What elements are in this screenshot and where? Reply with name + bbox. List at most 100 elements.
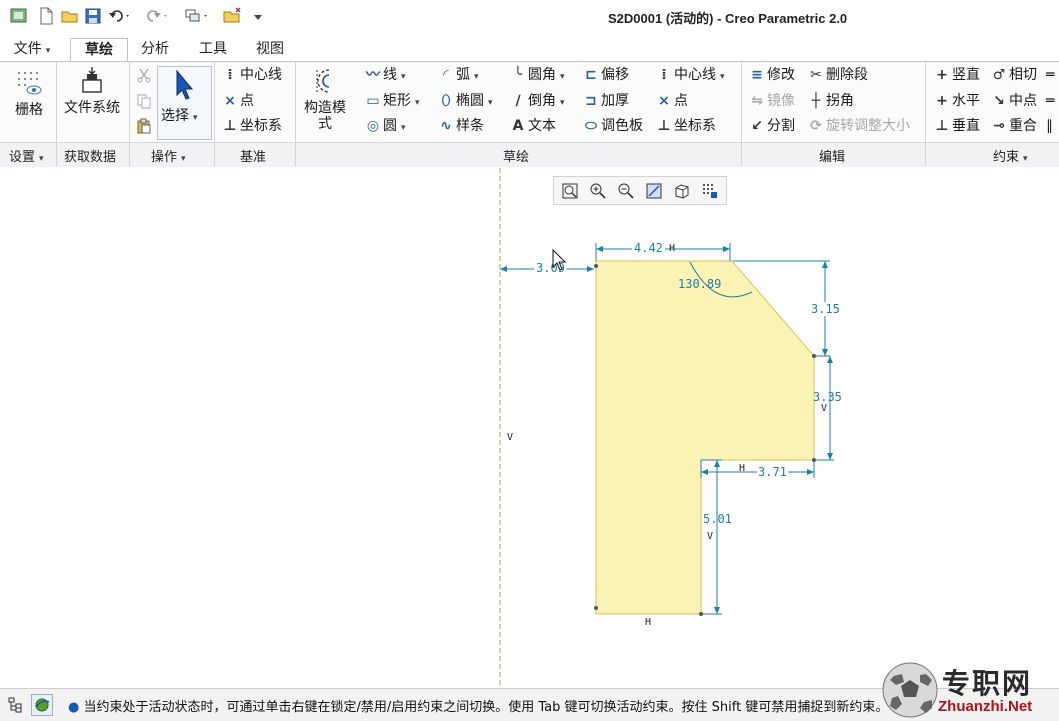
dim-right-height[interactable]: 3.35	[813, 390, 842, 404]
dim-chamfer-height[interactable]: 3.15	[810, 302, 841, 316]
line-tool[interactable]: 〰线 ▾	[365, 64, 406, 86]
fillet-tool[interactable]: ╰ 圆角 ▾	[510, 64, 565, 86]
chevron-down-icon: ▾	[560, 72, 565, 82]
constraint-h-top[interactable]: H	[669, 243, 675, 254]
group-settings[interactable]: 设置 ▾	[9, 146, 44, 165]
rotate-resize-tool[interactable]: ⟳ 旋转调整大小	[808, 115, 910, 137]
rotate-resize-icon: ⟳	[810, 118, 822, 134]
browser-toggle-icon[interactable]	[31, 694, 53, 716]
delete-segment-tool[interactable]: ✂ 删除段	[808, 64, 868, 86]
tab-sketch[interactable]: 草绘	[70, 38, 128, 62]
datum-point[interactable]: × 点	[222, 90, 254, 112]
datum-point-label: 点	[240, 93, 254, 109]
chevron-down-icon: ▾	[401, 72, 406, 82]
group-get-data: 获取数据	[64, 150, 117, 165]
midpoint-constraint[interactable]: ↘ 中点	[991, 90, 1037, 112]
modify-label: 修改	[767, 67, 795, 83]
sketch-centerline-tool[interactable]: ⁞ 中心线 ▾	[656, 64, 724, 86]
constraint-v-reference[interactable]: V	[507, 432, 513, 443]
chevron-down-icon: ▾	[488, 98, 493, 108]
tab-analysis[interactable]: 分析	[131, 38, 179, 61]
constraint-v-lower[interactable]: V	[707, 531, 713, 542]
sketch-point-tool[interactable]: × 点	[656, 90, 688, 112]
chevron-down-icon: ▾	[474, 72, 479, 82]
more-constraint-icon[interactable]: ═	[1046, 64, 1054, 86]
tangent-constraint[interactable]: ♂ 相切	[991, 64, 1037, 86]
dim-angle[interactable]: 130.89	[678, 277, 721, 291]
more-constraint-icon-3[interactable]: ∥	[1046, 115, 1053, 137]
new-file-icon[interactable]	[37, 7, 55, 25]
mirror-tool[interactable]: ⇋ 镜像	[749, 90, 795, 112]
thicken-tool[interactable]: ⊐ 加厚	[583, 90, 629, 112]
datum-csys-label: 坐标系	[240, 118, 282, 134]
arc-tool[interactable]: ◜ 弧 ▾	[438, 64, 479, 86]
circle-tool[interactable]: ◎ 圆 ▾	[365, 115, 406, 137]
perpendicular-label: 垂直	[952, 118, 980, 134]
datum-csys[interactable]: ⊥ 坐标系	[222, 115, 282, 137]
text-icon: A	[512, 118, 524, 134]
constraint-h-step[interactable]: H	[739, 463, 745, 474]
construction-mode-button[interactable]: 构造模式	[300, 66, 350, 132]
offset-label: 偏移	[601, 67, 629, 83]
tab-tools[interactable]: 工具	[189, 38, 237, 61]
constraint-v-right[interactable]: V	[821, 403, 827, 414]
thicken-icon: ⊐	[585, 93, 597, 109]
paste-icon[interactable]	[136, 118, 152, 138]
tab-view-label: 视图	[256, 41, 284, 57]
corner-tool[interactable]: ┼ 拐角	[808, 90, 854, 112]
grid-button[interactable]: 栅格	[6, 68, 52, 118]
ribbon-group-bar: 设置 ▾ 获取数据 操作 ▾ 基准 草绘 编辑 约束 ▾	[0, 142, 1059, 168]
arrow-pointer-icon	[176, 69, 194, 100]
chevron-down-icon: ▾	[45, 46, 51, 56]
palette-tool[interactable]: ⬭ 调色板	[583, 115, 643, 137]
text-tool[interactable]: A 文本	[510, 115, 556, 137]
chevron-down-icon: ▾	[1023, 154, 1028, 164]
open-folder-icon[interactable]	[61, 7, 79, 25]
centerline-icon: ⁞	[227, 67, 233, 83]
select-button[interactable]: 选择 ▾	[157, 66, 212, 140]
more-constraint-icon-2[interactable]: ═	[1046, 90, 1054, 112]
save-icon[interactable]	[84, 7, 102, 25]
model-tree-toggle-icon[interactable]	[7, 696, 25, 718]
status-message: ● 当约束处于活动状态时，可通过单击右键在锁定/禁用/启用约束之间切换。使用 T…	[68, 696, 888, 715]
sketch-section[interactable]	[595, 260, 815, 615]
divide-icon: ↙	[751, 118, 763, 134]
undo-icon[interactable]	[108, 7, 129, 25]
group-operations[interactable]: 操作 ▾	[151, 146, 186, 165]
vertical-constraint[interactable]: + 竖直	[934, 64, 980, 86]
centerline-icon: ⁞	[661, 67, 667, 83]
circle-icon: ◎	[366, 118, 380, 134]
modify-tool[interactable]: ≡ 修改	[749, 64, 795, 86]
redo-icon[interactable]	[146, 7, 167, 25]
chamfer-label: 倒角	[528, 93, 556, 109]
rectangle-icon: ▭	[366, 93, 380, 109]
group-sketch: 草绘	[503, 150, 530, 165]
dim-lower-height[interactable]: 5.01	[703, 512, 732, 526]
file-system-button[interactable]: 文件系统	[64, 66, 120, 116]
offset-tool[interactable]: ⊏ 偏移	[583, 64, 629, 86]
rectangle-tool[interactable]: ▭ 矩形 ▾	[365, 90, 419, 112]
chevron-down-icon: ▾	[193, 113, 198, 123]
close-window-icon[interactable]	[223, 7, 241, 25]
chamfer-tool[interactable]: ∕ 倒角 ▾	[510, 90, 564, 112]
group-constrain[interactable]: 约束 ▾	[993, 146, 1028, 165]
coincident-constraint[interactable]: ⊸ 重合	[991, 115, 1037, 137]
windows-icon[interactable]	[184, 7, 207, 25]
dim-step-width[interactable]: 3.71	[757, 465, 788, 479]
constraint-h-bottom[interactable]: H	[645, 617, 651, 628]
perpendicular-constraint[interactable]: ⊥ 垂直	[934, 115, 980, 137]
sketch-csys-tool[interactable]: ⊥ 坐标系	[656, 115, 716, 137]
tab-file[interactable]: 文件 ▾	[4, 38, 60, 61]
group-separator	[925, 62, 926, 166]
mirror-icon: ⇋	[751, 93, 763, 109]
dim-top-width[interactable]: 4.42	[632, 241, 665, 255]
datum-centerline[interactable]: ⁞ 中心线	[222, 64, 282, 86]
spline-tool[interactable]: ∿ 样条	[438, 115, 484, 137]
horizontal-constraint[interactable]: + 水平	[934, 90, 980, 112]
customize-toolbar-icon[interactable]	[252, 7, 270, 25]
divide-tool[interactable]: ↙ 分割	[749, 115, 795, 137]
file-system-label: 文件系统	[64, 100, 120, 116]
tab-view[interactable]: 视图	[246, 38, 294, 61]
ellipse-tool[interactable]: ⬯ 椭圆 ▾	[438, 90, 493, 112]
group-datum: 基准	[240, 150, 267, 165]
